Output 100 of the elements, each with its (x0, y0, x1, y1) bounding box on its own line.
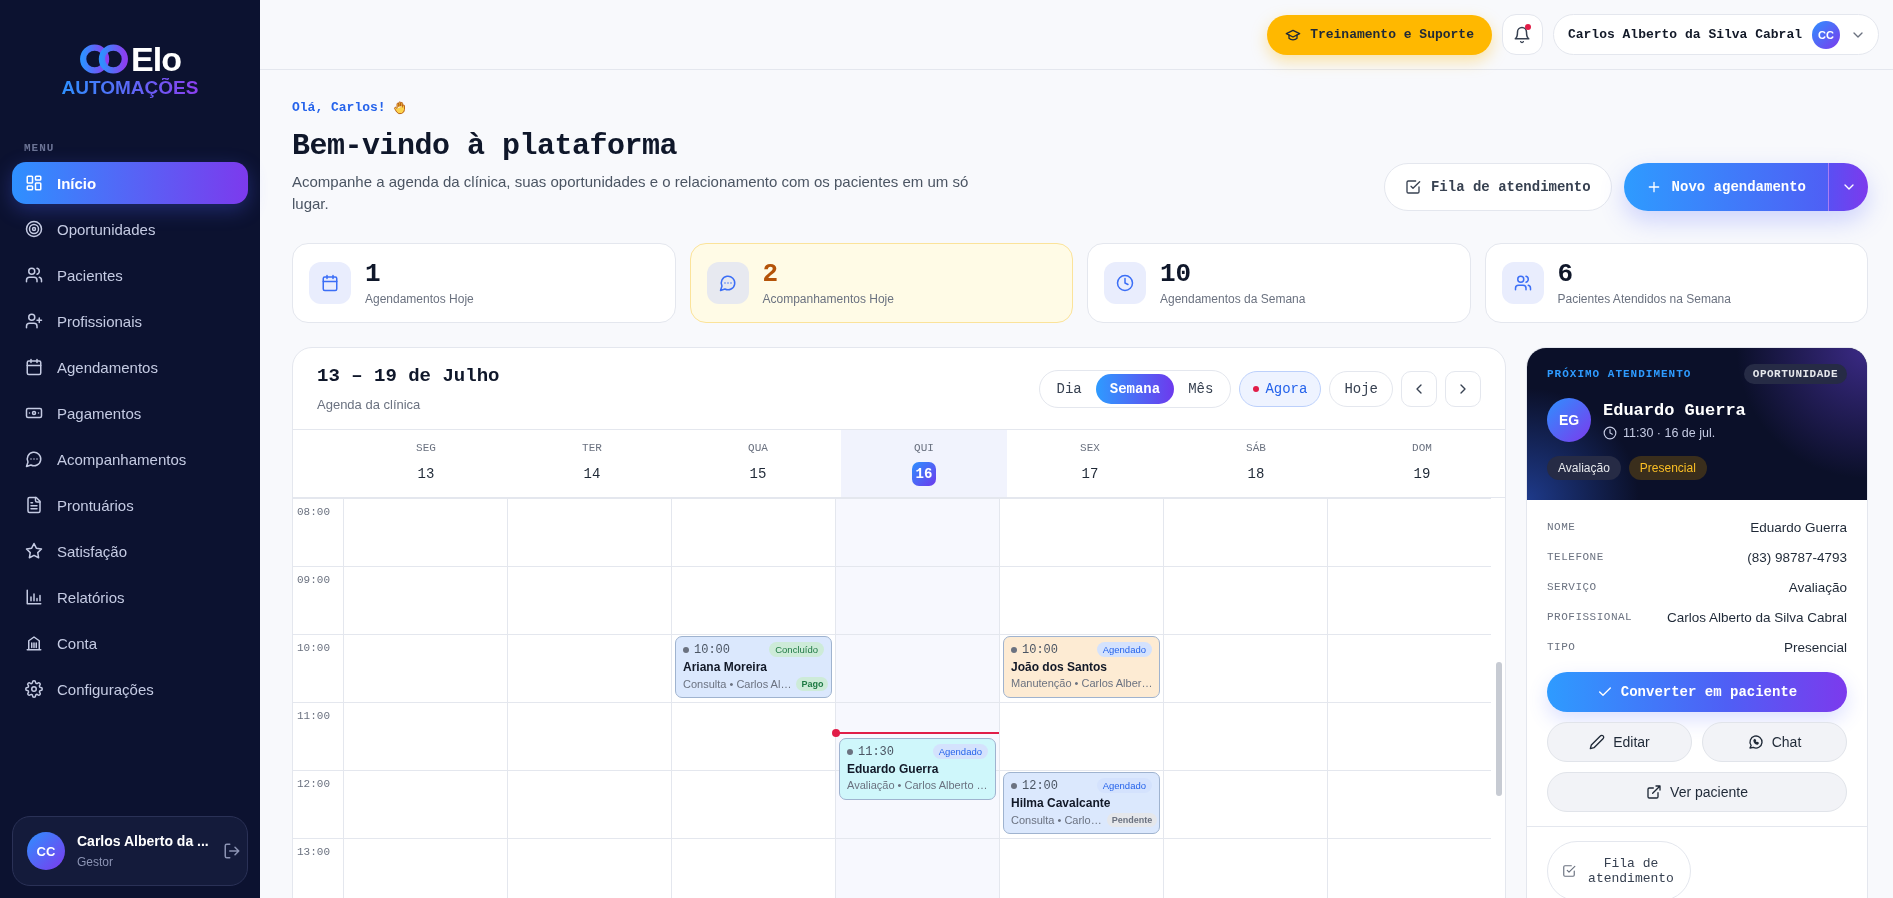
support-button[interactable]: Treinamento e Suporte (1267, 14, 1492, 55)
stat-value: 6 (1557, 260, 1575, 288)
day-number: 16 (912, 461, 936, 486)
day-number: 17 (1080, 464, 1100, 484)
menu-heading: MENU (24, 142, 56, 154)
detail-label: SERVIÇO (1547, 581, 1597, 593)
sidebar-item[interactable]: Configurações (12, 668, 248, 710)
user-name: Carlos Alberto da ... (77, 833, 209, 849)
sidebar-item[interactable]: Pacientes (12, 254, 248, 296)
star-icon (25, 542, 43, 560)
convert-button[interactable]: Converter em paciente (1547, 672, 1847, 712)
appointment-card[interactable]: 12:00 Agendado Hilma Cavalcante Consulta • Carlo… Pendente (1003, 772, 1160, 834)
weekday-label: SÁB (1246, 441, 1266, 454)
appointment-detail: Avaliação • Carlos Alberto … (847, 779, 988, 791)
new-appointment-button[interactable]: Novo agendamento (1623, 163, 1828, 211)
sidebar-item[interactable]: Acompanhamentos (12, 438, 248, 480)
calendar-title: 13 – 19 de Julho (317, 365, 500, 387)
checkbox-icon (1562, 864, 1576, 878)
hour-label: 13:00 (297, 846, 330, 858)
sidebar-item[interactable]: Pagamentos (12, 392, 248, 434)
chat-button[interactable]: Chat (1702, 722, 1847, 762)
page-title: Bem-vindo à plataforma (292, 129, 679, 163)
detail-value: Avaliação (1788, 579, 1847, 595)
queue-button[interactable]: Fila de atendimento (1383, 163, 1612, 211)
patient-name: Ariana Moreira (683, 660, 769, 674)
sidebar-item[interactable]: Início (12, 162, 248, 204)
sidebar-item[interactable]: Profissionais (12, 300, 248, 342)
detail-value: Carlos Alberto da Silva Cabral (1666, 609, 1847, 625)
chat-bubble-icon (25, 450, 43, 468)
stat-label: Agendamentos da Semana (1160, 292, 1306, 306)
user-menu-button[interactable]: Carlos Alberto da Silva Cabral CC (1552, 14, 1879, 55)
appointment-time: 12:00 (1022, 778, 1059, 793)
stat-value: 2 (762, 260, 780, 288)
weekday-label: QUI (914, 441, 934, 454)
phone-bubble-icon (1747, 734, 1764, 750)
hour-label: 12:00 (297, 778, 330, 790)
patient-name: Eduardo Guerra (847, 762, 940, 776)
view-tab[interactable]: Semana (1095, 373, 1175, 404)
hour-label: 10:00 (297, 642, 330, 654)
appointment-time: 10:00 (694, 642, 731, 657)
payment-badge: Pendente (1106, 813, 1158, 827)
stat-value: 1 (365, 260, 382, 288)
appointment-time: 11:30 (858, 744, 895, 759)
appointment-card[interactable]: 10:00 Agendado João dos Santos Manutenção • Carlos Alber… (1003, 636, 1160, 698)
patient-name: Eduardo Guerra (1603, 400, 1746, 420)
appointment-detail: Consulta • Carlo… (1011, 814, 1102, 826)
sidebar-item[interactable]: Satisfação (12, 530, 248, 572)
sidebar-item[interactable]: Oportunidades (12, 208, 248, 250)
now-button[interactable]: Agora (1239, 370, 1322, 407)
external-link-icon (1646, 784, 1663, 800)
stat-label: Acompanhamentos Hoje (762, 292, 894, 306)
patient-name: João dos Santos (1011, 660, 1109, 674)
bell-icon (1513, 25, 1532, 44)
waving-hand-icon (391, 100, 407, 115)
sidebar-item[interactable]: Prontuários (12, 484, 248, 526)
edit-button[interactable]: Editar (1547, 722, 1692, 762)
users-icon (1513, 274, 1532, 292)
grid-icon (25, 174, 43, 192)
view-patient-button[interactable]: Ver paciente (1547, 772, 1847, 812)
weekday-label: DOM (1412, 441, 1432, 454)
status-badge: Agendado (1096, 778, 1152, 793)
user-plus-icon (25, 312, 43, 330)
day-number: 18 (1246, 464, 1266, 484)
day-number: 14 (582, 464, 602, 484)
today-button[interactable]: Hoje (1329, 370, 1393, 407)
appointment-time: 10:00 (1022, 642, 1059, 657)
hour-label: 09:00 (297, 574, 330, 586)
view-tab[interactable]: Dia (1042, 373, 1096, 404)
sidebar-item[interactable]: Relatórios (12, 576, 248, 618)
sidebar-item[interactable]: Agendamentos (12, 346, 248, 388)
clock-icon (1116, 274, 1134, 292)
dropdown-button[interactable] (1828, 163, 1868, 211)
user-avatar: CC (1812, 20, 1840, 49)
appointment-detail: Consulta • Carlos Al… (683, 678, 792, 690)
appointment-card[interactable]: 11:30 Agendado Eduardo Guerra Avaliação • Carlos Alberto … (839, 738, 996, 800)
day-number: 19 (1412, 464, 1432, 484)
pencil-icon (1589, 734, 1606, 750)
status-badge: Agendado (1096, 642, 1152, 657)
day-number: 15 (748, 464, 768, 484)
notifications-button[interactable] (1501, 14, 1543, 55)
tag: Presencial (1628, 456, 1707, 480)
sidebar-item[interactable]: Conta (12, 622, 248, 664)
logo-tagline: AUTOMAÇÕES (61, 78, 199, 98)
payment-badge: Pago (796, 677, 829, 691)
status-badge: Concluído (769, 642, 824, 657)
stat-label: Agendamentos Hoje (365, 292, 474, 306)
detail-label: TIPO (1547, 641, 1576, 653)
appointment-card[interactable]: 10:00 Concluído Ariana Moreira Consulta • Carlos Al… Pago (675, 636, 832, 698)
detail-label: TELEFONE (1547, 551, 1604, 563)
weekday-label: SEX (1080, 441, 1100, 454)
detail-value: (83) 98787-4793 (1747, 549, 1847, 565)
view-tab[interactable]: Mês (1174, 373, 1228, 404)
queue-button[interactable]: Fila de atendimento (1547, 841, 1691, 898)
target-icon (25, 220, 43, 238)
weekday-label: SEG (416, 441, 436, 454)
building-icon (25, 634, 43, 652)
calendar-icon (25, 358, 43, 376)
scrollbar[interactable] (1496, 662, 1502, 796)
checkbox-icon (1404, 179, 1421, 195)
users-icon (25, 266, 43, 284)
